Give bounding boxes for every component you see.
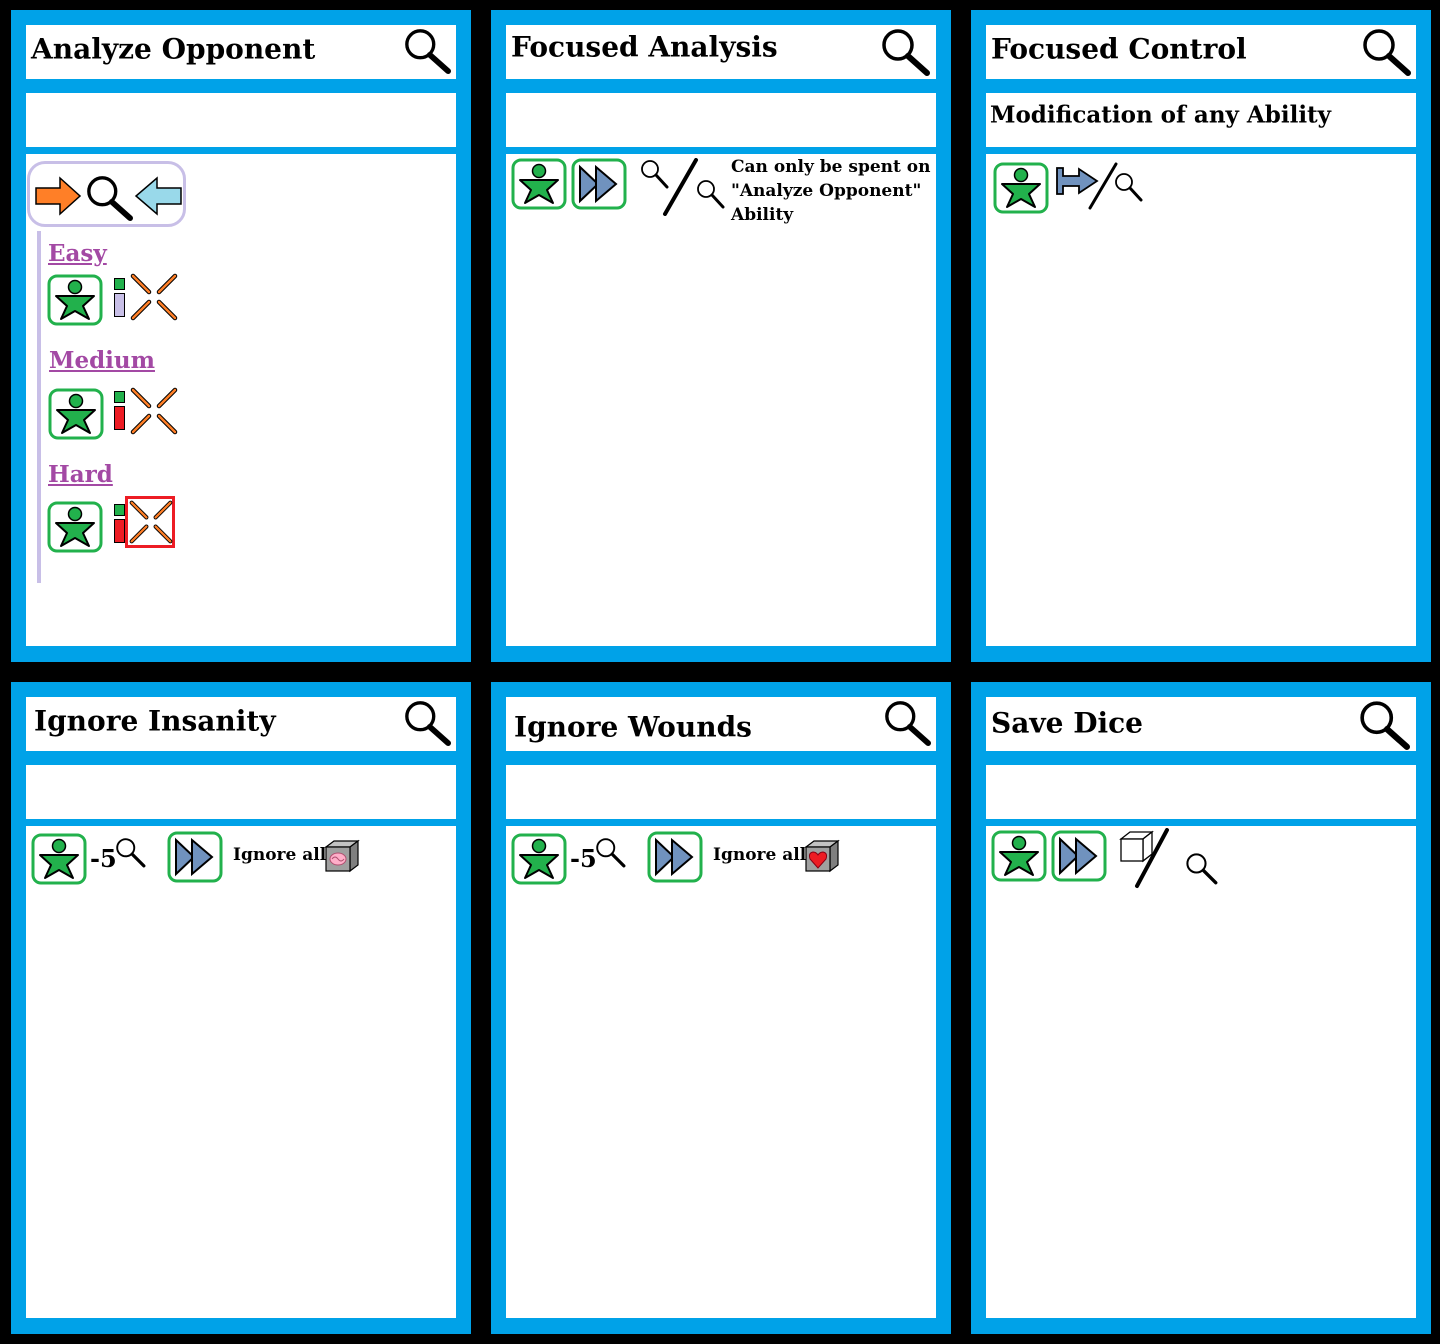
magnifier-icon xyxy=(114,836,146,868)
magnifier-icon xyxy=(1184,850,1218,886)
magnifier-icon xyxy=(402,27,452,75)
card-ignore-insanity[interactable]: Ignore Insanity -5 Ignore all xyxy=(11,682,471,1334)
stat-bar-icon xyxy=(114,519,125,543)
card-focused-analysis[interactable]: Focused Analysis Can only be spent on "A… xyxy=(491,10,951,662)
card-title: Focused Analysis xyxy=(511,30,778,64)
card-body: Easy Medium Hard xyxy=(26,154,456,646)
card-title-bar: Focused Analysis xyxy=(506,25,936,79)
green-star-person-icon xyxy=(48,388,104,440)
card-body: Can only be spent on "Analyze Opponent" … xyxy=(506,154,936,646)
green-star-person-icon xyxy=(511,158,567,210)
card-subtitle-bar: Modification of any Ability xyxy=(986,93,1416,147)
fast-forward-icon xyxy=(647,831,703,883)
brain-cube-icon xyxy=(324,839,360,873)
heart-cube-icon xyxy=(804,839,840,873)
magnifier-icon xyxy=(402,699,452,747)
card-subtitle-bar xyxy=(506,93,936,147)
level-medium-label: Medium xyxy=(49,347,155,374)
card-subtitle-bar xyxy=(986,765,1416,819)
card-title: Ignore Insanity xyxy=(34,704,276,738)
card-title-bar: Focused Control xyxy=(986,25,1416,79)
blue-arrow-left-icon xyxy=(134,176,182,216)
magnifier-icon xyxy=(1088,162,1143,210)
card-focused-control[interactable]: Focused Control Modification of any Abil… xyxy=(971,10,1431,662)
levels-connector xyxy=(37,231,41,583)
green-star-person-icon xyxy=(993,162,1049,214)
cost-value: -5 xyxy=(90,844,117,873)
level-hard-label: Hard xyxy=(48,461,113,488)
card-subtitle-bar xyxy=(26,765,456,819)
card-body xyxy=(986,154,1416,646)
orange-cross-icon xyxy=(129,272,179,322)
card-subtitle-bar xyxy=(26,93,456,147)
green-star-person-icon xyxy=(511,833,567,885)
card-title: Ignore Wounds xyxy=(514,710,752,744)
card-ignore-wounds[interactable]: Ignore Wounds -5 Ignore all xyxy=(491,682,951,1334)
level-easy-label: Easy xyxy=(48,240,107,267)
fast-forward-icon xyxy=(167,831,223,883)
card-text-line: "Analyze Opponent" xyxy=(731,181,922,201)
magnifier-icon xyxy=(878,27,932,77)
stat-bar-icon xyxy=(114,293,125,317)
card-body: -5 Ignore all xyxy=(26,826,456,1318)
magnifier-icon xyxy=(1356,699,1412,751)
card-body: -5 Ignore all xyxy=(506,826,936,1318)
card-subtitle-bar xyxy=(506,765,936,819)
card-text: Ignore all xyxy=(233,845,327,865)
green-star-person-icon xyxy=(47,501,103,553)
magnifier-icon xyxy=(882,699,932,747)
card-title-bar: Analyze Opponent xyxy=(26,25,456,79)
stat-bar-dot xyxy=(114,278,125,290)
card-title-bar: Save Dice xyxy=(986,697,1416,751)
magnifier-icon xyxy=(1360,27,1412,77)
stat-bar-icon xyxy=(114,406,125,430)
card-analyze-opponent[interactable]: Analyze Opponent Easy Medium Hard xyxy=(11,10,471,662)
magnifier-icon xyxy=(84,174,134,222)
orange-arrow-right-icon xyxy=(35,176,82,216)
fast-forward-icon xyxy=(571,158,627,210)
card-title-bar: Ignore Insanity xyxy=(26,697,456,751)
card-title: Focused Control xyxy=(991,32,1247,66)
magnifier-icon xyxy=(594,836,626,868)
card-body xyxy=(986,826,1416,1318)
card-text-line: Can only be spent on xyxy=(731,157,931,177)
card-save-dice[interactable]: Save Dice xyxy=(971,682,1431,1334)
stat-bar-dot xyxy=(114,504,125,516)
orange-cross-icon xyxy=(129,386,179,436)
green-star-person-icon xyxy=(31,833,87,885)
card-title: Save Dice xyxy=(991,706,1143,740)
green-star-person-icon xyxy=(991,830,1047,882)
cost-value: -5 xyxy=(570,844,597,873)
orange-cross-icon xyxy=(128,499,174,545)
stat-bar-dot xyxy=(114,391,125,403)
magnifier-slash-magnifier-icon xyxy=(641,158,725,216)
green-star-person-icon xyxy=(47,274,103,326)
fast-forward-icon xyxy=(1051,830,1107,882)
card-title: Analyze Opponent xyxy=(31,32,316,66)
card-text: Ignore all xyxy=(713,845,807,865)
card-title-bar: Ignore Wounds xyxy=(506,697,936,751)
card-text-line: Ability xyxy=(731,205,794,225)
card-subtitle: Modification of any Ability xyxy=(990,101,1332,129)
